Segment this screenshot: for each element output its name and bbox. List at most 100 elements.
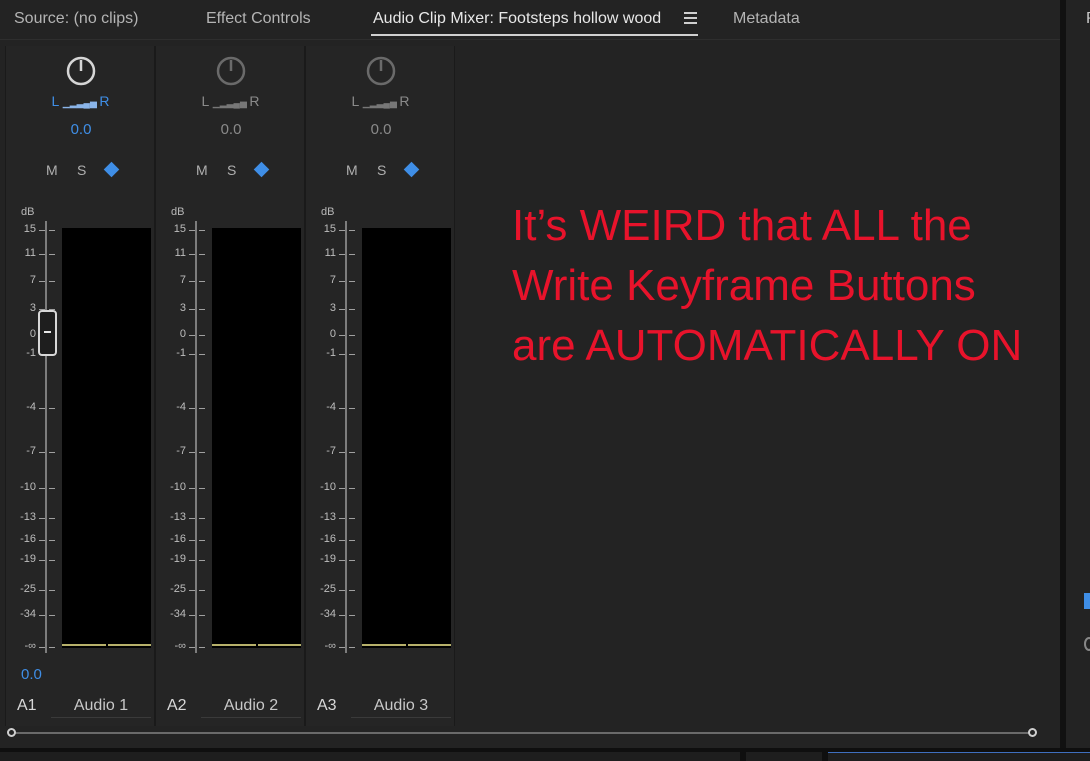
- scrollbar-right-handle[interactable]: [1028, 728, 1037, 737]
- pan-level-glyph: ▁▂▃▄▅: [360, 98, 400, 108]
- adjacent-panel: P: [1066, 0, 1090, 748]
- scale-tick: [339, 518, 345, 519]
- adjacent-panel-circle-icon[interactable]: [1084, 637, 1090, 651]
- fader-track[interactable]: [195, 221, 197, 653]
- scale-tick-label: 7: [29, 274, 36, 286]
- scrollbar-track[interactable]: [11, 732, 1036, 734]
- scale-tick-label: -16: [20, 533, 36, 545]
- scale-tick-label: -4: [26, 401, 36, 413]
- fader-track[interactable]: [45, 221, 47, 653]
- track-id: A3: [317, 697, 337, 714]
- scale-tick-label: -10: [20, 481, 36, 493]
- scale-tick-label: 3: [29, 302, 36, 314]
- tab-effect-controls[interactable]: Effect Controls: [206, 10, 311, 28]
- scale-tick: [339, 309, 345, 310]
- scale-tick-label: 0: [29, 328, 36, 340]
- scale-tick: [49, 230, 55, 231]
- scale-tick: [189, 488, 195, 489]
- tab-metadata[interactable]: Metadata: [733, 10, 800, 28]
- solo-button[interactable]: S: [377, 162, 386, 178]
- scale-tick: [39, 560, 45, 561]
- write-keyframes-button[interactable]: [403, 161, 420, 178]
- solo-button[interactable]: S: [77, 162, 86, 178]
- track-name: Audio 1: [51, 697, 151, 718]
- tab-audio-clip-mixer[interactable]: Audio Clip Mixer: Footsteps hollow wood: [373, 10, 661, 28]
- scale-tick: [189, 452, 195, 453]
- scale-tick: [49, 452, 55, 453]
- scale-tick: [339, 615, 345, 616]
- scale-tick: [199, 335, 205, 336]
- scale-tick-label: -19: [170, 553, 186, 565]
- scale-tick: [39, 647, 45, 648]
- pan-value[interactable]: 0.0: [6, 121, 156, 138]
- scale-tick: [199, 647, 205, 648]
- tab-source[interactable]: Source: (no clips): [14, 10, 139, 28]
- annotation-line: Write Keyframe Buttons: [512, 261, 976, 310]
- scale-tick-label: -13: [20, 511, 36, 523]
- scale-tick: [39, 590, 45, 591]
- scale-tick-label: -25: [170, 583, 186, 595]
- scale-tick: [349, 354, 355, 355]
- mute-button[interactable]: M: [46, 162, 58, 178]
- scale-tick: [339, 335, 345, 336]
- scale-tick-label: 15: [23, 223, 36, 235]
- pan-value[interactable]: 0.0: [156, 121, 306, 138]
- scale-tick: [39, 254, 45, 255]
- scale-tick: [49, 281, 55, 282]
- scale-tick: [199, 560, 205, 561]
- scale-tick-label: -1: [326, 347, 336, 359]
- solo-button[interactable]: S: [227, 162, 236, 178]
- scale-tick-label: 3: [179, 302, 186, 314]
- volume-value[interactable]: 0.0: [21, 666, 42, 683]
- horizontal-scrollbar[interactable]: [7, 728, 1042, 738]
- scale-tick-label: 7: [179, 274, 186, 286]
- scale-tick: [199, 518, 205, 519]
- scale-tick: [349, 254, 355, 255]
- pan-knob-icon[interactable]: [366, 56, 396, 86]
- track-name: Audio 2: [201, 697, 301, 718]
- mute-button[interactable]: M: [196, 162, 208, 178]
- pan-value[interactable]: 0.0: [306, 121, 456, 138]
- scale-tick-label: -16: [170, 533, 186, 545]
- scale-tick: [189, 335, 195, 336]
- scale-tick-label: -4: [176, 401, 186, 413]
- pan-left-label: L: [351, 93, 361, 109]
- scale-tick-label: -7: [176, 445, 186, 457]
- scale-tick: [349, 590, 355, 591]
- mixer-channel-1: L ▁▂▃▄▅ R 0.0 M SdB 15 11 7 3 0 -1 -4 -7 -10 -13 -16 -1…: [5, 46, 155, 726]
- scale-tick: [339, 590, 345, 591]
- pan-right-label: R: [249, 93, 261, 109]
- scale-tick: [49, 560, 55, 561]
- scale-tick: [199, 452, 205, 453]
- volume-fader-handle[interactable]: [38, 310, 57, 356]
- scale-tick-label: -10: [320, 481, 336, 493]
- panel-menu-icon[interactable]: [684, 12, 697, 26]
- write-keyframes-button[interactable]: [103, 161, 120, 178]
- db-label: dB: [21, 206, 35, 218]
- pan-knob-icon[interactable]: [66, 56, 96, 86]
- scale-tick-label: -1: [26, 347, 36, 359]
- scale-tick-label: -∞: [324, 640, 336, 652]
- pan-right-label: R: [399, 93, 411, 109]
- scale-tick: [339, 230, 345, 231]
- scale-tick-label: -19: [320, 553, 336, 565]
- scale-tick: [39, 488, 45, 489]
- scale-tick: [49, 518, 55, 519]
- scale-tick: [49, 590, 55, 591]
- scale-tick: [189, 518, 195, 519]
- scale-tick: [199, 540, 205, 541]
- fader-track[interactable]: [345, 221, 347, 653]
- audio-level-meter: [212, 228, 301, 648]
- scale-tick: [39, 230, 45, 231]
- bottom-panel-segment: [0, 752, 740, 761]
- scale-tick: [199, 590, 205, 591]
- scale-tick: [199, 281, 205, 282]
- scale-tick: [349, 560, 355, 561]
- scale-tick-label: -16: [320, 533, 336, 545]
- write-keyframes-button[interactable]: [253, 161, 270, 178]
- scale-tick: [189, 254, 195, 255]
- pan-knob-icon[interactable]: [216, 56, 246, 86]
- mute-button[interactable]: M: [346, 162, 358, 178]
- adjacent-panel-tab[interactable]: P: [1086, 10, 1090, 28]
- scrollbar-left-handle[interactable]: [7, 728, 16, 737]
